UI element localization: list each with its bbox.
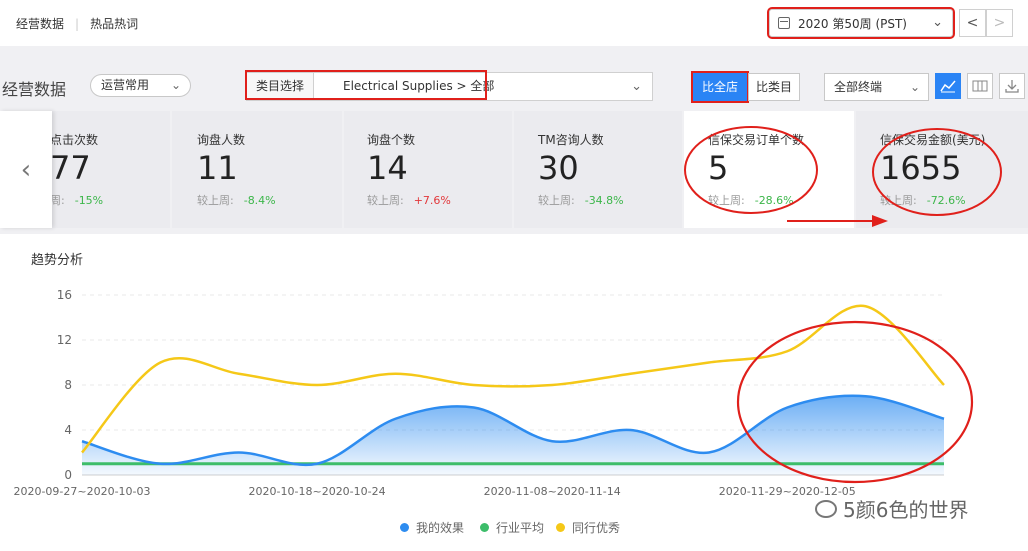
watermark: 5颜6色的世界 [815, 494, 968, 523]
y-tick-label: 0 [64, 468, 72, 482]
legend-item-mine[interactable]: 我的效果 [400, 519, 464, 536]
trend-chart: 0 4 8 12 16 2020-09-27~2020-10-03 2020-10-18~2… [13, 126, 1002, 498]
watermark-text: 5颜6色的世界 [843, 498, 969, 522]
y-tick-label: 8 [64, 378, 72, 392]
x-tick-label: 2020-09-27~2020-10-03 [13, 485, 150, 498]
legend-label: 我的效果 [416, 521, 465, 535]
legend-dot [556, 523, 565, 532]
legend-dot [480, 523, 489, 532]
annotation-arrowhead [872, 215, 888, 227]
legend-item-peers[interactable]: 同行优秀 [556, 519, 620, 536]
wechat-icon [815, 499, 837, 518]
x-tick-label: 2020-11-08~2020-11-14 [484, 485, 621, 498]
legend-label: 同行优秀 [572, 521, 621, 535]
legend-label: 行业平均 [496, 521, 545, 535]
annotation-circle [684, 126, 818, 214]
y-tick-label: 12 [57, 333, 72, 347]
annotation-circle [872, 128, 1002, 216]
y-tick-label: 16 [57, 288, 72, 302]
y-tick-label: 4 [64, 423, 72, 437]
x-tick-label: 2020-10-18~2020-10-24 [249, 485, 386, 498]
legend-item-industry[interactable]: 行业平均 [480, 519, 544, 536]
legend-dot [400, 523, 409, 532]
